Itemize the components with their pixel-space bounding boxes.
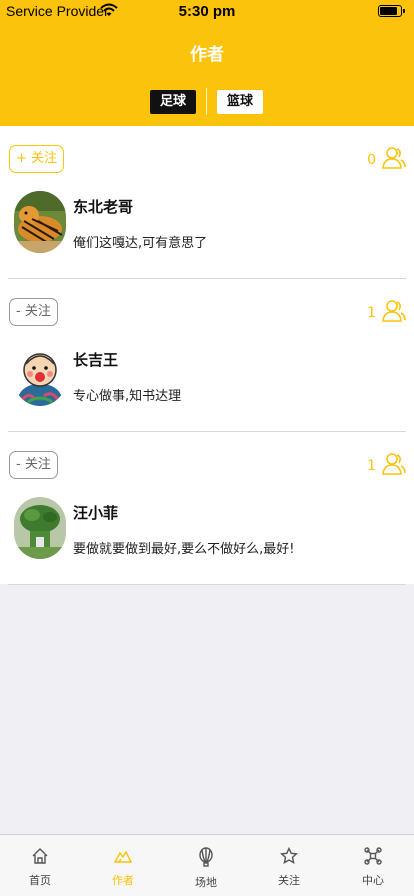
author-name: 汪小菲	[73, 504, 119, 522]
battery-icon	[378, 5, 405, 17]
tab-bar: 首页 作者 场地 关注 中心	[0, 834, 414, 896]
follower-count: 1	[367, 305, 376, 321]
status-time: 5:30 pm	[178, 3, 236, 20]
status-bar: Service Provider 5:30 pm	[0, 0, 414, 26]
author-name: 东北老哥	[73, 198, 134, 216]
follower-count: 0	[367, 152, 376, 168]
tab-center[interactable]: 中心	[332, 847, 414, 888]
header-bar: Service Provider 5:30 pm 作者 足球 篮球	[0, 0, 414, 126]
tab-authors[interactable]: 作者	[82, 847, 164, 888]
tab-label: 关注	[278, 874, 300, 887]
tab-following[interactable]: 关注	[248, 847, 330, 888]
follower-count: 1	[367, 458, 376, 474]
author-bio: 俺们这嘎达,可有意思了	[73, 236, 208, 251]
author-card[interactable]: - 关注 1 汪小菲 要做就要做到最好,要么不做好么,最好!	[0, 432, 414, 585]
segment-divider	[206, 88, 207, 115]
mountain-icon	[114, 850, 132, 863]
segment-basketball[interactable]: 篮球	[217, 90, 264, 114]
star-icon	[280, 847, 298, 864]
balloon-icon	[199, 847, 213, 867]
followers-icon	[382, 300, 406, 322]
tab-venues[interactable]: 场地	[165, 847, 247, 890]
unfollow-button[interactable]: - 关注	[9, 451, 58, 479]
author-list: + 关注 0 东北老哥 俺们这嘎达,可有意思了 - 关注 1 长吉王 专心做事,…	[0, 126, 414, 585]
follow-button[interactable]: + 关注	[9, 145, 65, 173]
drone-icon	[364, 847, 382, 865]
author-bio: 要做就要做到最好,要么不做好么,最好!	[73, 542, 295, 557]
author-bio: 专心做事,知书达理	[73, 389, 182, 404]
home-icon	[32, 848, 48, 864]
avatar	[14, 497, 66, 559]
avatar	[14, 344, 66, 406]
unfollow-button[interactable]: - 关注	[9, 298, 58, 326]
author-card[interactable]: + 关注 0 东北老哥 俺们这嘎达,可有意思了	[0, 126, 414, 279]
segment-football[interactable]: 足球	[150, 90, 197, 114]
followers-icon	[382, 453, 406, 475]
tab-home[interactable]: 首页	[0, 847, 81, 888]
divider	[8, 584, 406, 585]
tab-label: 场地	[195, 876, 217, 889]
avatar	[14, 191, 66, 253]
tab-label: 作者	[112, 874, 134, 887]
author-name: 长吉王	[73, 351, 119, 369]
page-title: 作者	[190, 45, 224, 65]
author-card[interactable]: - 关注 1 长吉王 专心做事,知书达理	[0, 279, 414, 432]
followers-icon	[382, 147, 406, 169]
tab-label: 中心	[362, 874, 384, 887]
tab-label: 首页	[29, 874, 51, 887]
